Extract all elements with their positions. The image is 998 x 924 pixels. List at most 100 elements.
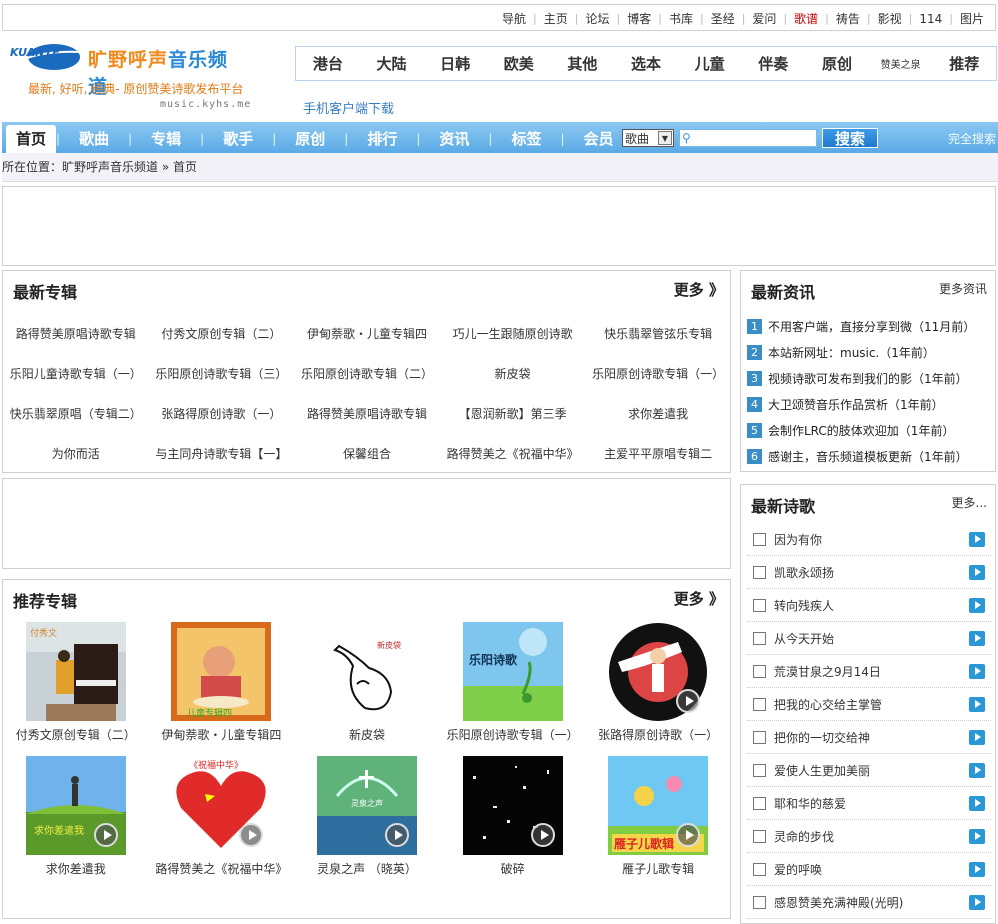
category-link[interactable]: 日韩 bbox=[423, 53, 487, 74]
recommended-album[interactable]: 求你差遣我 求你差遣我 bbox=[3, 752, 149, 886]
album-link[interactable]: 巧儿一生跟随原创诗歌 bbox=[440, 325, 586, 342]
top-link[interactable]: 主页 bbox=[537, 10, 575, 27]
album-link[interactable]: 张路得原创诗歌（一） bbox=[149, 405, 295, 422]
poem-checkbox[interactable] bbox=[753, 829, 766, 843]
category-link[interactable]: 赞美之泉 bbox=[869, 56, 933, 71]
recommended-album[interactable]: 雁子儿歌辑雁子儿歌专辑 bbox=[585, 752, 731, 886]
category-link[interactable]: 儿童 bbox=[678, 53, 742, 74]
album-caption[interactable]: 灵泉之声 （晓英） bbox=[294, 860, 440, 877]
site-logo[interactable]: KUANYE 旷野呼声音乐频道 最新, 好听, 经典- 原创赞美诗歌发布平台 m… bbox=[6, 42, 250, 112]
poem-checkbox[interactable] bbox=[753, 532, 766, 546]
play-icon[interactable] bbox=[969, 895, 985, 910]
album-cover[interactable]: 雁子儿歌辑 bbox=[608, 756, 709, 855]
poem-title-link[interactable]: 爱的呼唤 bbox=[774, 861, 822, 878]
poem-title-link[interactable]: 感恩赞美充满神殿(光明) bbox=[774, 894, 903, 911]
poem-checkbox[interactable] bbox=[753, 763, 766, 777]
recommended-album[interactable]: 破碎 bbox=[440, 752, 586, 886]
top-link[interactable]: 爱问 bbox=[745, 10, 783, 27]
album-link[interactable]: 付秀文原创专辑（二） bbox=[149, 325, 295, 342]
album-cover[interactable] bbox=[608, 622, 709, 721]
album-cover[interactable]: 求你差遣我 bbox=[25, 756, 126, 855]
poem-title-link[interactable]: 因为有你 bbox=[774, 531, 822, 548]
poem-title-link[interactable]: 从今天开始 bbox=[774, 630, 834, 647]
nav-tab[interactable]: 标签 bbox=[492, 125, 560, 153]
recommended-album[interactable]: 新皮袋 新皮袋 bbox=[294, 618, 440, 752]
play-icon[interactable] bbox=[969, 631, 985, 646]
album-caption[interactable]: 伊甸萘歌・儿童专辑四 bbox=[149, 726, 295, 743]
play-icon[interactable] bbox=[969, 763, 985, 778]
album-link[interactable]: 主爱平平原唱专辑二 bbox=[585, 445, 731, 462]
mobile-client-download-link[interactable]: 手机客户端下载 bbox=[303, 98, 394, 117]
album-caption[interactable]: 雁子儿歌专辑 bbox=[585, 860, 731, 877]
latest-poems-more-link[interactable]: 更多... bbox=[952, 494, 987, 511]
poem-title-link[interactable]: 荒漠甘泉之9月14日 bbox=[774, 663, 881, 680]
latest-news-more-link[interactable]: 更多资讯 bbox=[939, 280, 987, 297]
album-caption[interactable]: 张路得原创诗歌（一） bbox=[585, 726, 731, 743]
recommended-album[interactable]: 《祝福中华》 路得赞美之《祝福中华》 bbox=[149, 752, 295, 886]
play-icon[interactable] bbox=[969, 532, 985, 547]
top-link[interactable]: 歌谱 bbox=[787, 10, 825, 27]
play-icon[interactable] bbox=[969, 730, 985, 745]
poem-checkbox[interactable] bbox=[753, 862, 766, 876]
play-icon[interactable] bbox=[969, 862, 985, 877]
category-link[interactable]: 港台 bbox=[296, 53, 360, 74]
news-item[interactable]: 4 大卫颂赞音乐作品赏析（1年前） bbox=[747, 391, 987, 417]
category-link[interactable]: 其他 bbox=[551, 53, 615, 74]
category-link[interactable]: 推荐 bbox=[932, 53, 996, 74]
poem-checkbox[interactable] bbox=[753, 730, 766, 744]
album-link[interactable]: 快乐翡翠管弦乐专辑 bbox=[585, 325, 731, 342]
play-icon[interactable] bbox=[969, 796, 985, 811]
play-icon[interactable] bbox=[969, 697, 985, 712]
news-item[interactable]: 1 不用客户端，直接分享到微（11月前） bbox=[747, 313, 987, 339]
play-icon[interactable] bbox=[969, 829, 985, 844]
search-input[interactable]: ⚲ bbox=[679, 129, 817, 147]
top-link[interactable]: 博客 bbox=[620, 10, 658, 27]
play-icon[interactable] bbox=[93, 823, 118, 847]
album-cover[interactable] bbox=[462, 756, 563, 855]
category-link[interactable]: 欧美 bbox=[487, 53, 551, 74]
category-link[interactable]: 伴奏 bbox=[741, 53, 805, 74]
search-type-select[interactable]: 歌曲 ▼ bbox=[622, 129, 674, 147]
poem-checkbox[interactable] bbox=[753, 565, 766, 579]
album-caption[interactable]: 新皮袋 bbox=[294, 726, 440, 743]
play-icon[interactable] bbox=[676, 823, 701, 847]
album-link[interactable]: 乐阳原创诗歌专辑（三） bbox=[149, 365, 295, 382]
recommended-album[interactable]: 付秀文 付秀文原创专辑（二） bbox=[3, 618, 149, 752]
full-search-link[interactable]: 完全搜索 bbox=[948, 130, 996, 147]
poem-title-link[interactable]: 灵命的步伐 bbox=[774, 828, 834, 845]
top-link[interactable]: 论坛 bbox=[578, 10, 616, 27]
nav-tab[interactable]: 排行 bbox=[348, 125, 416, 153]
album-link[interactable]: 快乐翡翠原唱（专辑二） bbox=[3, 405, 149, 422]
album-link[interactable]: 路得赞美原唱诗歌专辑 bbox=[294, 405, 440, 422]
poem-title-link[interactable]: 把你的一切交给神 bbox=[774, 729, 870, 746]
album-cover[interactable]: 儿童专辑四 bbox=[171, 622, 272, 721]
album-cover[interactable]: 灵泉之声 bbox=[316, 756, 417, 855]
album-link[interactable]: 求你差遣我 bbox=[585, 405, 731, 422]
album-link[interactable]: 为你而活 bbox=[3, 445, 149, 462]
poem-title-link[interactable]: 把我的心交给主掌管 bbox=[774, 696, 882, 713]
search-button[interactable]: 搜索 bbox=[822, 128, 878, 148]
top-link[interactable]: 导航 bbox=[495, 10, 533, 27]
album-link[interactable]: 与主同舟诗歌专辑【一】 bbox=[149, 445, 295, 462]
top-link[interactable]: 书库 bbox=[662, 10, 700, 27]
album-caption[interactable]: 乐阳原创诗歌专辑（一） bbox=[440, 726, 586, 743]
category-link[interactable]: 大陆 bbox=[360, 53, 424, 74]
top-link[interactable]: 祷告 bbox=[829, 10, 867, 27]
poem-checkbox[interactable] bbox=[753, 796, 766, 810]
album-link[interactable]: 乐阳原创诗歌专辑（一） bbox=[585, 365, 731, 382]
poem-checkbox[interactable] bbox=[753, 697, 766, 711]
nav-tab[interactable]: 歌曲 bbox=[60, 125, 128, 153]
album-link[interactable]: 【恩润新歌】第三季 bbox=[440, 405, 586, 422]
top-link[interactable]: 影视 bbox=[871, 10, 909, 27]
top-link[interactable]: 114 bbox=[912, 12, 949, 26]
play-icon[interactable] bbox=[969, 565, 985, 580]
poem-title-link[interactable]: 爱使人生更加美丽 bbox=[774, 762, 870, 779]
nav-tab[interactable]: 专辑 bbox=[132, 125, 200, 153]
top-link[interactable]: 圣经 bbox=[704, 10, 742, 27]
top-link[interactable]: 图片 bbox=[953, 10, 991, 27]
album-caption[interactable]: 求你差遣我 bbox=[3, 860, 149, 877]
play-icon[interactable] bbox=[530, 823, 555, 847]
poem-checkbox[interactable] bbox=[753, 598, 766, 612]
album-link[interactable]: 新皮袋 bbox=[440, 365, 586, 382]
recommended-album[interactable]: 灵泉之声灵泉之声 （晓英） bbox=[294, 752, 440, 886]
